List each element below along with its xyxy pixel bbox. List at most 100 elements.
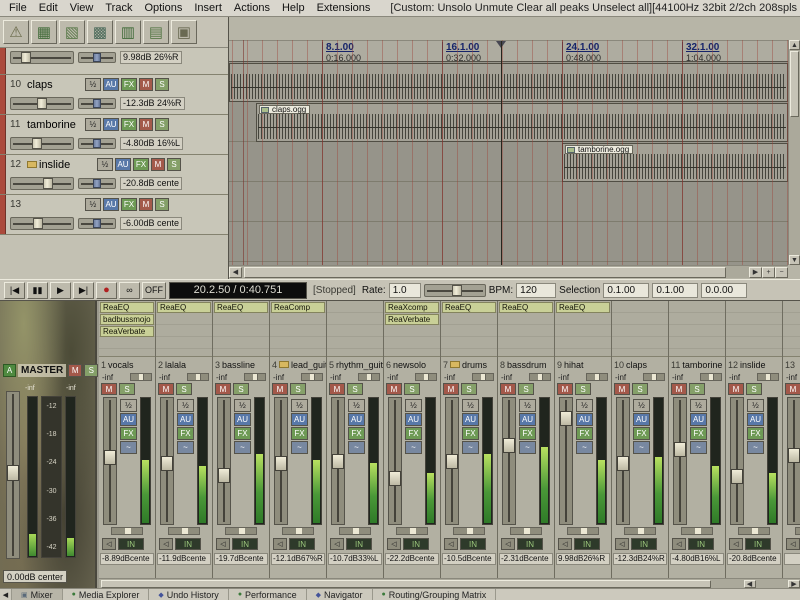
- ruler-marker[interactable]: 24.1.00 0:48.000: [562, 42, 601, 62]
- volume-fader[interactable]: [10, 97, 74, 110]
- strip-name[interactable]: lalala: [165, 360, 186, 370]
- arrange-view[interactable]: 8.1.00 0:16.000 16.1.00 0:32.000 24.1.00…: [229, 17, 800, 279]
- mute-button[interactable]: M: [557, 383, 573, 395]
- input-button[interactable]: IN: [289, 538, 315, 550]
- pan-slider[interactable]: [78, 52, 116, 63]
- fx-inserts[interactable]: ReaEQ: [441, 301, 497, 357]
- menu-item-track[interactable]: Track: [99, 1, 138, 15]
- arrange-track-lane[interactable]: [229, 182, 788, 222]
- width-thumb[interactable]: [125, 528, 131, 534]
- fx-insert[interactable]: ReaEQ: [157, 302, 211, 313]
- solo-button[interactable]: S: [746, 383, 762, 395]
- pan-slider[interactable]: [529, 373, 551, 381]
- input-button[interactable]: IN: [175, 538, 201, 550]
- width-slider[interactable]: [567, 527, 599, 535]
- fader-thumb[interactable]: [332, 454, 344, 469]
- channel-mode-button[interactable]: ½: [690, 399, 707, 412]
- channel-mode-button[interactable]: ½: [85, 198, 101, 211]
- rate-slider-thumb[interactable]: [452, 285, 462, 296]
- grid-icon[interactable]: ▦: [31, 20, 57, 44]
- fx-insert[interactable]: ReaComp: [271, 302, 325, 313]
- fx-inserts[interactable]: [327, 301, 383, 357]
- arrange-horizontal-scrollbar[interactable]: ◀ ▶ + −: [229, 265, 788, 278]
- volume-fader[interactable]: [10, 137, 74, 150]
- width-slider[interactable]: [453, 527, 485, 535]
- transport-position-display[interactable]: 20.2.50 / 0:40.751: [169, 282, 307, 299]
- input-button[interactable]: IN: [232, 538, 258, 550]
- strip-name[interactable]: inslide: [740, 360, 766, 370]
- fx-insert[interactable]: ReaEQ: [499, 302, 553, 313]
- pan-slider[interactable]: [700, 373, 722, 381]
- fader-thumb[interactable]: [731, 469, 743, 484]
- routing-button[interactable]: AU: [747, 413, 764, 426]
- envelope-button[interactable]: ~: [348, 441, 365, 454]
- automation-button[interactable]: A: [3, 364, 16, 377]
- stripes-icon[interactable]: ▥: [115, 20, 141, 44]
- input-button[interactable]: IN: [346, 538, 372, 550]
- channel-mode-button[interactable]: ½: [633, 399, 650, 412]
- selection-start-input[interactable]: 0.1.00: [603, 283, 649, 298]
- pan-thumb[interactable]: [310, 374, 315, 380]
- channel-mode-button[interactable]: ½: [576, 399, 593, 412]
- volume-fader[interactable]: [217, 397, 231, 525]
- zoom-in-icon[interactable]: +: [762, 267, 775, 278]
- selection-end-input[interactable]: 0.1.00: [652, 283, 698, 298]
- strip-name[interactable]: claps: [626, 360, 647, 370]
- width-slider[interactable]: [225, 527, 257, 535]
- timeline-ruler[interactable]: 8.1.00 0:16.000 16.1.00 0:32.000 24.1.00…: [229, 40, 800, 62]
- channel-mode-button[interactable]: ½: [85, 78, 101, 91]
- pan-thumb[interactable]: [93, 139, 101, 148]
- media-item[interactable]: claps.ogg: [256, 103, 788, 142]
- routing-button[interactable]: AU: [348, 413, 365, 426]
- volume-fader[interactable]: [616, 397, 630, 525]
- mixer-scroll-thumb[interactable]: [101, 580, 711, 588]
- fx-insert[interactable]: ReaVerbate: [100, 326, 154, 337]
- rate-input[interactable]: 1.0: [389, 283, 421, 298]
- media-item[interactable]: [229, 63, 788, 102]
- input-button[interactable]: IN: [403, 538, 429, 550]
- channel-mode-button[interactable]: ½: [405, 399, 422, 412]
- width-slider[interactable]: [624, 527, 656, 535]
- mixer-scrollbar[interactable]: ◀ ▶: [99, 578, 800, 588]
- pan-slider[interactable]: [78, 98, 116, 109]
- input-button[interactable]: IN: [745, 538, 771, 550]
- master-mute-button[interactable]: M: [68, 364, 82, 377]
- fx-inserts[interactable]: ReaEQ: [498, 301, 554, 357]
- play-button[interactable]: ▶: [50, 282, 71, 299]
- pan-slider[interactable]: [472, 373, 494, 381]
- master-name[interactable]: MASTER: [18, 364, 66, 377]
- speaker-icon[interactable]: ◁: [786, 538, 800, 550]
- strip-name[interactable]: drums: [462, 360, 487, 370]
- routing-button[interactable]: AU: [633, 413, 650, 426]
- width-thumb[interactable]: [752, 528, 758, 534]
- routing-button[interactable]: AU: [405, 413, 422, 426]
- fx-inserts[interactable]: [612, 301, 668, 357]
- pan-slider[interactable]: [244, 373, 266, 381]
- scroll-up-icon[interactable]: ▲: [789, 40, 800, 50]
- scroll-right-icon[interactable]: ▶: [749, 267, 762, 278]
- width-thumb[interactable]: [353, 528, 359, 534]
- input-button[interactable]: IN: [574, 538, 600, 550]
- track-row-13[interactable]: 13 ½ AU FX M S -6.00dB cente: [0, 195, 228, 235]
- fader-thumb[interactable]: [446, 454, 458, 469]
- pan-slider[interactable]: [78, 218, 116, 229]
- pan-thumb[interactable]: [253, 374, 258, 380]
- warning-icon[interactable]: ⚠: [3, 20, 29, 44]
- fx-button[interactable]: FX: [120, 427, 137, 440]
- fx-button[interactable]: FX: [348, 427, 365, 440]
- envelope-button[interactable]: ~: [690, 441, 707, 454]
- master-fader[interactable]: [6, 391, 20, 559]
- fx-insert[interactable]: ReaXcomp: [385, 302, 439, 313]
- solo-button[interactable]: S: [119, 383, 135, 395]
- width-thumb[interactable]: [410, 528, 416, 534]
- mute-button[interactable]: M: [139, 118, 153, 131]
- master-solo-button[interactable]: S: [84, 364, 98, 377]
- solo-button[interactable]: S: [461, 383, 477, 395]
- track-name[interactable]: inslide: [39, 159, 95, 171]
- go-start-button[interactable]: |◀: [4, 282, 25, 299]
- record-arm-strip[interactable]: [0, 155, 6, 194]
- ruler-marker[interactable]: 8.1.00 0:16.000: [322, 42, 361, 62]
- track-name[interactable]: tamborine: [27, 119, 83, 131]
- speaker-icon[interactable]: ◁: [273, 538, 287, 550]
- master-fader-thumb[interactable]: [7, 465, 19, 481]
